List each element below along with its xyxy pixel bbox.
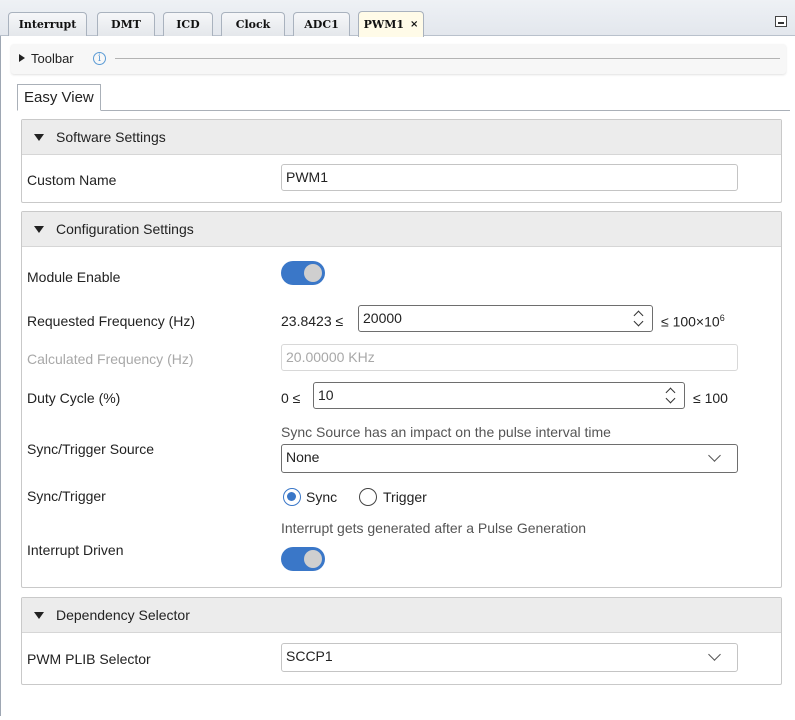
duty-cycle-value: 10 [318,387,334,403]
sync-radio-label[interactable]: Sync [306,489,337,505]
toggle-knob [304,550,322,568]
duty-cycle-label: Duty Cycle (%) [27,390,121,406]
pwm-plib-selector-label: PWM PLIB Selector [27,651,151,667]
custom-name-input[interactable]: PWM1 [281,164,738,191]
editor-tab-strip: Interrupt DMT ICD Clock ADC1 PWM1 × [0,0,795,37]
group-title: Configuration Settings [56,221,194,237]
calculated-frequency-label: Calculated Frequency (Hz) [27,351,194,367]
close-icon[interactable]: × [410,19,418,30]
max-exponent: 6 [719,313,725,323]
tab-label: Interrupt [18,18,77,31]
toolbar-expander[interactable]: Toolbar i [11,44,786,74]
tab-label: ADC1 [304,18,339,31]
easy-view-content: Software Settings Custom Name PWM1 Confi… [17,110,790,720]
toggle-knob [304,264,322,282]
group-title: Dependency Selector [56,607,190,623]
interrupt-driven-label: Interrupt Driven [27,542,124,558]
tab-label: Clock [235,18,271,31]
group-title: Software Settings [56,129,166,145]
requested-frequency-min: 23.8423 ≤ [281,313,344,329]
editor-pane: Toolbar i Easy View Software Settings Cu… [0,36,795,716]
pwm-plib-selector-value: SCCP1 [286,648,333,664]
collapse-triangle-icon[interactable] [34,226,44,233]
duty-cycle-spinner[interactable]: 10 [313,382,685,409]
sync-source-hint: Sync Source has an impact on the pulse i… [281,424,611,440]
module-enable-label: Module Enable [27,269,121,285]
tab-label: ICD [176,18,200,31]
sync-trigger-label: Sync/Trigger [27,488,106,504]
spinner-arrows-icon[interactable] [633,308,646,328]
tab-icd[interactable]: ICD [163,12,213,36]
requested-frequency-label: Requested Frequency (Hz) [27,313,196,329]
tab-adc1[interactable]: ADC1 [293,12,350,36]
spinner-arrows-icon[interactable] [665,385,678,405]
dependency-selector-group: Dependency Selector PWM PLIB Selector SC… [21,597,782,685]
minimize-icon[interactable] [775,16,787,27]
interrupt-hint: Interrupt gets generated after a Pulse G… [281,520,587,536]
info-icon[interactable]: i [93,52,106,65]
tab-interrupt[interactable]: Interrupt [8,12,87,36]
pwm-plib-selector-select[interactable]: SCCP1 [281,643,738,672]
tab-dmt[interactable]: DMT [97,12,155,36]
requested-frequency-spinner[interactable]: 20000 [358,305,653,332]
expand-triangle-icon[interactable] [19,54,25,62]
duty-cycle-max: ≤ 100 [693,390,728,406]
collapse-triangle-icon[interactable] [34,612,44,619]
toolbar-label: Toolbar [31,51,74,66]
tab-label: DMT [111,18,141,31]
chevron-down-icon[interactable] [708,449,721,462]
interrupt-driven-toggle[interactable] [281,547,325,571]
dependency-selector-header[interactable]: Dependency Selector [22,598,781,633]
sync-radio[interactable] [283,488,301,506]
toolbar-divider [115,58,780,59]
trigger-radio[interactable] [359,488,377,506]
tab-clock[interactable]: Clock [221,12,285,36]
requested-frequency-value: 20000 [363,310,402,326]
module-enable-toggle[interactable] [281,261,325,285]
sync-source-label: Sync/Trigger Source [27,441,155,457]
configuration-settings-group: Configuration Settings Module Enable Req… [21,211,782,588]
sync-source-value: None [286,449,320,465]
sync-source-select[interactable]: None [281,444,738,473]
software-settings-group: Software Settings Custom Name PWM1 [21,119,782,203]
tab-pwm1[interactable]: PWM1 × [358,11,424,37]
tab-easy-view[interactable]: Easy View [17,84,101,111]
chevron-down-icon[interactable] [708,648,721,661]
custom-name-label: Custom Name [27,172,117,188]
duty-cycle-min: 0 ≤ [281,390,301,406]
software-settings-header[interactable]: Software Settings [22,120,781,155]
configuration-settings-header[interactable]: Configuration Settings [22,212,781,247]
calculated-frequency-field: 20.00000 KHz [281,344,738,371]
collapse-triangle-icon[interactable] [34,134,44,141]
max-base: ≤ 100×10 [661,313,720,330]
requested-frequency-max: ≤ 100×106 [661,313,725,330]
tab-label: PWM1 [363,18,405,31]
trigger-radio-label[interactable]: Trigger [383,489,427,505]
